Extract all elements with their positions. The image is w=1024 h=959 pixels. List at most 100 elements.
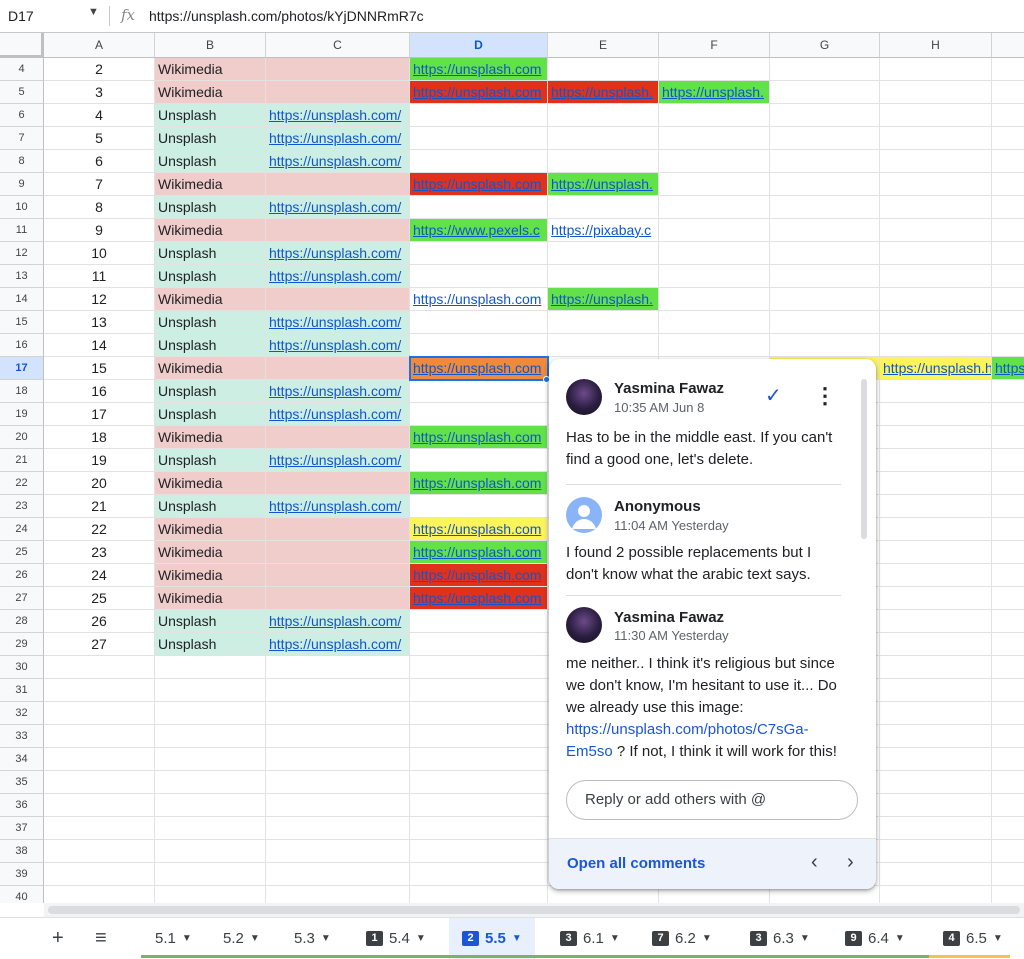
row-header[interactable]: 37	[0, 817, 44, 840]
cell-a10[interactable]: 8	[44, 196, 155, 219]
cell-e7[interactable]	[548, 127, 659, 150]
cell[interactable]	[992, 702, 1024, 725]
cell-e16[interactable]	[548, 334, 659, 357]
cell[interactable]	[992, 380, 1024, 403]
cell-a37[interactable]	[44, 817, 155, 840]
cell-h13[interactable]	[880, 265, 992, 288]
cell-a26[interactable]: 24	[44, 564, 155, 587]
cell[interactable]	[992, 449, 1024, 472]
row-header[interactable]: 5	[0, 81, 44, 104]
cell-g16[interactable]	[770, 334, 880, 357]
cell-a12[interactable]: 10	[44, 242, 155, 265]
column-header-e[interactable]: E	[548, 33, 659, 58]
link-value[interactable]: https://unsplash.	[662, 84, 764, 100]
cell-a7[interactable]: 5	[44, 127, 155, 150]
cell-c5[interactable]	[266, 81, 410, 104]
row-header[interactable]: 4	[0, 58, 44, 81]
cell-h36[interactable]	[880, 794, 992, 817]
tab-menu-chevron-down-icon[interactable]: ▼	[610, 918, 620, 959]
link-value[interactable]: https://unsplash.com	[413, 429, 541, 445]
cell-d24[interactable]: https://unsplash.com	[410, 518, 548, 541]
cell-h16[interactable]	[880, 334, 992, 357]
resolve-check-icon[interactable]: ✓	[765, 383, 782, 408]
cell-d22[interactable]: https://unsplash.com	[410, 472, 548, 495]
cell-h38[interactable]	[880, 840, 992, 863]
cell[interactable]	[992, 311, 1024, 334]
link-value[interactable]: https://unsplash.	[551, 176, 653, 192]
cell-g15[interactable]	[770, 311, 880, 334]
cell-d32[interactable]	[410, 702, 548, 725]
cell[interactable]	[992, 81, 1024, 104]
cell-d19[interactable]	[410, 403, 548, 426]
row-header[interactable]: 31	[0, 679, 44, 702]
cell-b37[interactable]	[155, 817, 266, 840]
cell-b22[interactable]: Wikimedia	[155, 472, 266, 495]
cell-a11[interactable]: 9	[44, 219, 155, 242]
cell-d25[interactable]: https://unsplash.com	[410, 541, 548, 564]
cell-h28[interactable]	[880, 610, 992, 633]
cell-h31[interactable]	[880, 679, 992, 702]
row-header[interactable]: 16	[0, 334, 44, 357]
cell-c9[interactable]	[266, 173, 410, 196]
cell-f13[interactable]	[659, 265, 770, 288]
cell-b38[interactable]	[155, 840, 266, 863]
cell-b15[interactable]: Unsplash	[155, 311, 266, 334]
cell-d40[interactable]	[410, 886, 548, 903]
tab-menu-chevron-down-icon[interactable]: ▼	[321, 918, 331, 959]
column-header-c[interactable]: C	[266, 33, 410, 58]
cell-h19[interactable]	[880, 403, 992, 426]
cell-h15[interactable]	[880, 311, 992, 334]
cell[interactable]	[992, 794, 1024, 817]
cell-h4[interactable]	[880, 58, 992, 81]
cell-b8[interactable]: Unsplash	[155, 150, 266, 173]
cell-c6[interactable]: https://unsplash.com/	[266, 104, 410, 127]
sheet-tab-5-2[interactable]: 5.2 ▼	[223, 918, 260, 959]
cell-e8[interactable]	[548, 150, 659, 173]
cell-a36[interactable]	[44, 794, 155, 817]
cell-f8[interactable]	[659, 150, 770, 173]
row-header[interactable]: 10	[0, 196, 44, 219]
cell-d38[interactable]	[410, 840, 548, 863]
cell-f11[interactable]	[659, 219, 770, 242]
cell-b13[interactable]: Unsplash	[155, 265, 266, 288]
cell-a34[interactable]	[44, 748, 155, 771]
cell-f15[interactable]	[659, 311, 770, 334]
column-header-h[interactable]: H	[880, 33, 992, 58]
cell-c34[interactable]	[266, 748, 410, 771]
cell-d13[interactable]	[410, 265, 548, 288]
column-header-g[interactable]: G	[770, 33, 880, 58]
cell-d34[interactable]	[410, 748, 548, 771]
cell[interactable]	[992, 150, 1024, 173]
cell-c10[interactable]: https://unsplash.com/	[266, 196, 410, 219]
row-header[interactable]: 7	[0, 127, 44, 150]
comment-scrollbar[interactable]	[861, 379, 867, 539]
link-value[interactable]: https://unsplash.com/	[269, 268, 401, 284]
link-value[interactable]: https://unsplash.com/	[269, 636, 401, 652]
cell-a19[interactable]: 17	[44, 403, 155, 426]
row-header[interactable]: 23	[0, 495, 44, 518]
cell-a40[interactable]	[44, 886, 155, 903]
horizontal-scrollbar[interactable]	[44, 903, 1024, 917]
cell-h26[interactable]	[880, 564, 992, 587]
cell[interactable]	[992, 886, 1024, 903]
cell-a38[interactable]	[44, 840, 155, 863]
cell-f5[interactable]: https://unsplash.	[659, 81, 770, 104]
cell-c23[interactable]: https://unsplash.com/	[266, 495, 410, 518]
row-header[interactable]: 38	[0, 840, 44, 863]
cell-b35[interactable]	[155, 771, 266, 794]
cell-d37[interactable]	[410, 817, 548, 840]
row-header[interactable]: 27	[0, 587, 44, 610]
cell[interactable]	[992, 748, 1024, 771]
cell-h10[interactable]	[880, 196, 992, 219]
cell-c32[interactable]	[266, 702, 410, 725]
row-header[interactable]: 19	[0, 403, 44, 426]
row-header[interactable]: 18	[0, 380, 44, 403]
cell-b9[interactable]: Wikimedia	[155, 173, 266, 196]
cell-b6[interactable]: Unsplash	[155, 104, 266, 127]
cell-b5[interactable]: Wikimedia	[155, 81, 266, 104]
link-value[interactable]: https://unsplash.com/	[269, 337, 401, 353]
cell-a22[interactable]: 20	[44, 472, 155, 495]
tab-menu-chevron-down-icon[interactable]: ▼	[993, 918, 1003, 959]
cell-h37[interactable]	[880, 817, 992, 840]
cell-b36[interactable]	[155, 794, 266, 817]
